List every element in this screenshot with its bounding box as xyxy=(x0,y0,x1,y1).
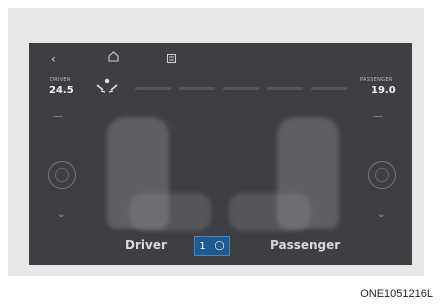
sync-button[interactable]: 1 ◯ xyxy=(194,236,230,256)
passenger-up-icon[interactable]: — xyxy=(373,111,383,122)
driver-temp-label: DRIVER xyxy=(50,77,71,83)
back-arrow-icon[interactable]: ‹ xyxy=(51,52,56,66)
figure-caption: ONE1051216L xyxy=(360,288,433,300)
driver-seat-vent-button[interactable] xyxy=(48,161,76,189)
fan-segment[interactable] xyxy=(135,87,171,90)
fan-segment[interactable] xyxy=(311,87,347,90)
menu-icon[interactable] xyxy=(167,52,176,66)
chevron-down-icon[interactable]: ⌄ xyxy=(57,209,65,220)
passenger-temp-value[interactable]: 19.0 xyxy=(371,85,396,96)
passenger-label[interactable]: Passenger xyxy=(270,238,340,252)
driver-label[interactable]: Driver xyxy=(125,238,167,252)
home-icon[interactable] xyxy=(108,51,119,65)
airflow-icon[interactable] xyxy=(95,78,119,98)
fan-segment[interactable] xyxy=(223,87,259,90)
passenger-seat-vent-button[interactable] xyxy=(368,161,396,189)
driver-up-icon[interactable]: — xyxy=(53,111,63,122)
sync-number: 1 xyxy=(199,240,206,252)
passenger-seat-base-image xyxy=(229,193,311,231)
driver-seat-base-image xyxy=(129,193,211,231)
climate-screen: ‹ DRIVER 24.5 PASSENGER 19.0 — ⌄ — ⌄ xyxy=(29,43,412,265)
passenger-temp-label: PASSENGER xyxy=(360,77,393,83)
sync-icon: ◯ xyxy=(214,241,225,251)
fan-segment[interactable] xyxy=(267,87,303,90)
chevron-down-icon[interactable]: ⌄ xyxy=(377,209,385,220)
driver-temp-value[interactable]: 24.5 xyxy=(49,85,74,96)
fan-segment[interactable] xyxy=(179,87,215,90)
